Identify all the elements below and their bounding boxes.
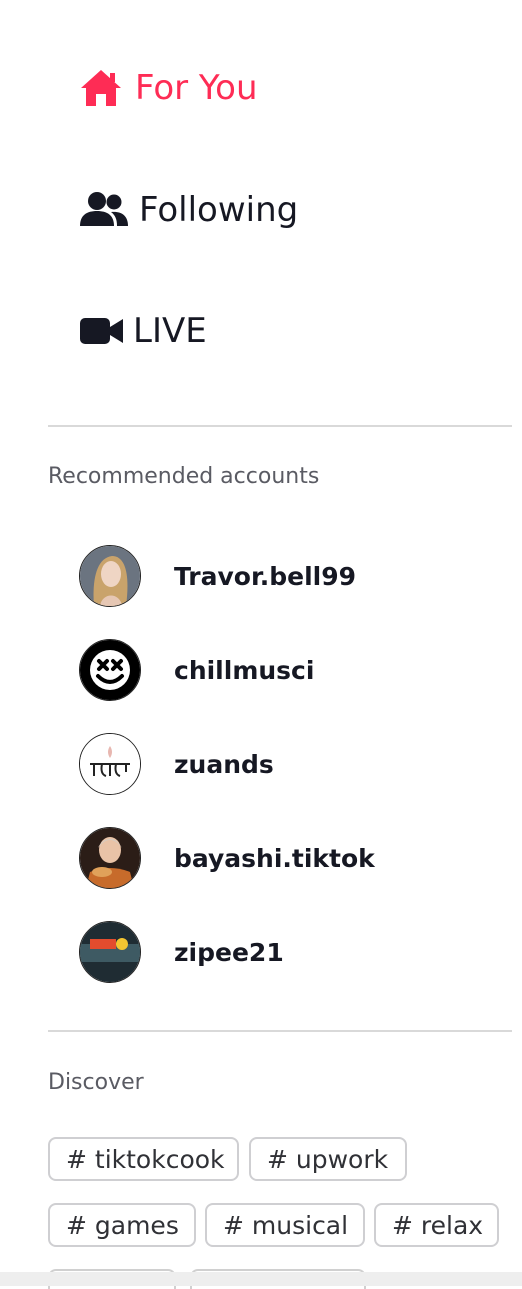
home-icon: [79, 68, 123, 108]
nav-for-you-label: For You: [135, 68, 258, 108]
nav-for-you[interactable]: For You: [79, 68, 258, 108]
nav-following[interactable]: Following: [79, 190, 298, 230]
tag-musical[interactable]: # musical: [205, 1203, 365, 1247]
tag-games[interactable]: # games: [48, 1203, 196, 1247]
account-item[interactable]: chillmusci: [79, 639, 314, 701]
account-item[interactable]: zipee21: [79, 921, 284, 983]
avatar: [79, 921, 141, 983]
account-name: Travor.bell99: [174, 561, 357, 591]
avatar: [79, 827, 141, 889]
users-icon: [79, 190, 129, 230]
account-item[interactable]: zuands: [79, 733, 274, 795]
discover-title: Discover: [48, 1070, 144, 1095]
divider: [48, 425, 512, 427]
account-item[interactable]: Travor.bell99: [79, 545, 356, 607]
account-item[interactable]: bayashi.tiktok: [79, 827, 375, 889]
divider: [48, 1030, 512, 1032]
avatar: [79, 639, 141, 701]
nav-live-label: LIVE: [133, 311, 207, 351]
avatar: [79, 733, 141, 795]
nav-live[interactable]: LIVE: [79, 311, 207, 351]
tag-tiktokcook[interactable]: # tiktokcook: [48, 1137, 239, 1181]
tag-relax[interactable]: # relax: [374, 1203, 499, 1247]
avatar: [79, 545, 141, 607]
video-camera-icon: [79, 311, 125, 351]
account-name: bayashi.tiktok: [174, 843, 375, 873]
account-name: chillmusci: [174, 655, 315, 685]
recommended-accounts-title: Recommended accounts: [48, 464, 320, 489]
account-name: zipee21: [174, 937, 284, 967]
nav-following-label: Following: [139, 190, 299, 230]
account-name: zuands: [174, 749, 274, 779]
horizontal-scrollbar[interactable]: [0, 1272, 522, 1286]
tag-upwork[interactable]: # upwork: [249, 1137, 407, 1181]
